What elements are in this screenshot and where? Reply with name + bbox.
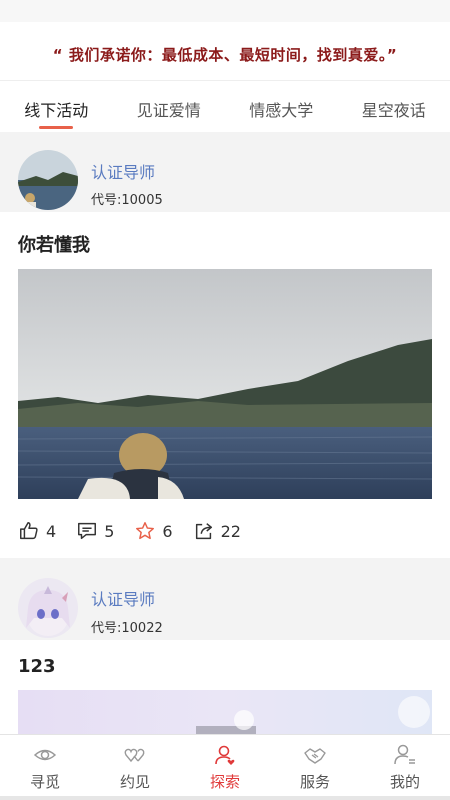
post-stats: 4 5 6 22 [18, 516, 261, 546]
thumbs-up-icon [20, 522, 38, 540]
share-icon [195, 523, 212, 540]
eye-icon [33, 749, 57, 761]
favorite-count: 6 [162, 521, 173, 541]
share-button[interactable]: 22 [193, 520, 241, 542]
nav-label: 约见 [119, 773, 150, 791]
author-title: 认证导师 [91, 163, 156, 182]
tab-starry-night-talk[interactable]: 星空夜话 [338, 81, 450, 132]
tab-offline-events[interactable]: 线下活动 [0, 81, 113, 132]
nav-item-meet[interactable]: 约见 [90, 735, 180, 800]
like-button[interactable]: 4 [18, 520, 56, 542]
nav-label: 我的 [389, 773, 420, 791]
nav-item-search[interactable]: 寻觅 [0, 735, 90, 800]
post-image-pastel[interactable] [18, 690, 432, 734]
hearts-icon [124, 748, 145, 763]
post-title[interactable]: 你若懂我 [18, 231, 90, 257]
nav-item-service[interactable]: 服务 [270, 735, 360, 800]
post-title[interactable]: 123 [18, 656, 56, 677]
nav-item-mine[interactable]: 我的 [360, 735, 450, 800]
favorite-button[interactable]: 6 [134, 520, 173, 542]
author-title: 认证导师 [91, 590, 156, 609]
nav-label: 探索 [209, 773, 240, 791]
avatar[interactable] [18, 578, 78, 638]
post-author-header[interactable]: 认证导师 代号:10005 [0, 132, 450, 212]
comment-icon [78, 522, 97, 540]
nav-item-explore[interactable]: 探索 [180, 735, 270, 800]
system-home-bar [0, 796, 450, 800]
bottom-nav: 寻觅 约见 探索 服务 我的 [0, 734, 450, 800]
handshake-icon [304, 748, 326, 764]
comment-count: 5 [104, 521, 115, 541]
author-code: 代号:10005 [91, 193, 163, 208]
category-tabs: 线下活动 见证爱情 情感大学 星空夜话 [0, 80, 450, 132]
author-code: 代号:10022 [91, 621, 163, 636]
avatar[interactable] [18, 150, 78, 210]
comment-button[interactable]: 5 [76, 520, 114, 542]
profile-icon [394, 744, 415, 765]
nav-label: 服务 [299, 773, 330, 791]
nav-label: 寻觅 [29, 773, 60, 791]
post-image-lake[interactable] [18, 269, 432, 499]
slogan-banner: “ 我们承诺你：最低成本、最短时间，找到真爱。” [52, 46, 398, 64]
tab-emotion-university[interactable]: 情感大学 [225, 81, 338, 132]
like-count: 4 [46, 521, 57, 541]
share-count: 22 [220, 521, 241, 541]
tab-love-witness[interactable]: 见证爱情 [113, 81, 226, 132]
status-bar [0, 0, 450, 22]
star-icon [136, 522, 155, 540]
explore-user-icon [215, 745, 235, 765]
post-author-header[interactable]: 认证导师 代号:10022 [0, 558, 450, 640]
